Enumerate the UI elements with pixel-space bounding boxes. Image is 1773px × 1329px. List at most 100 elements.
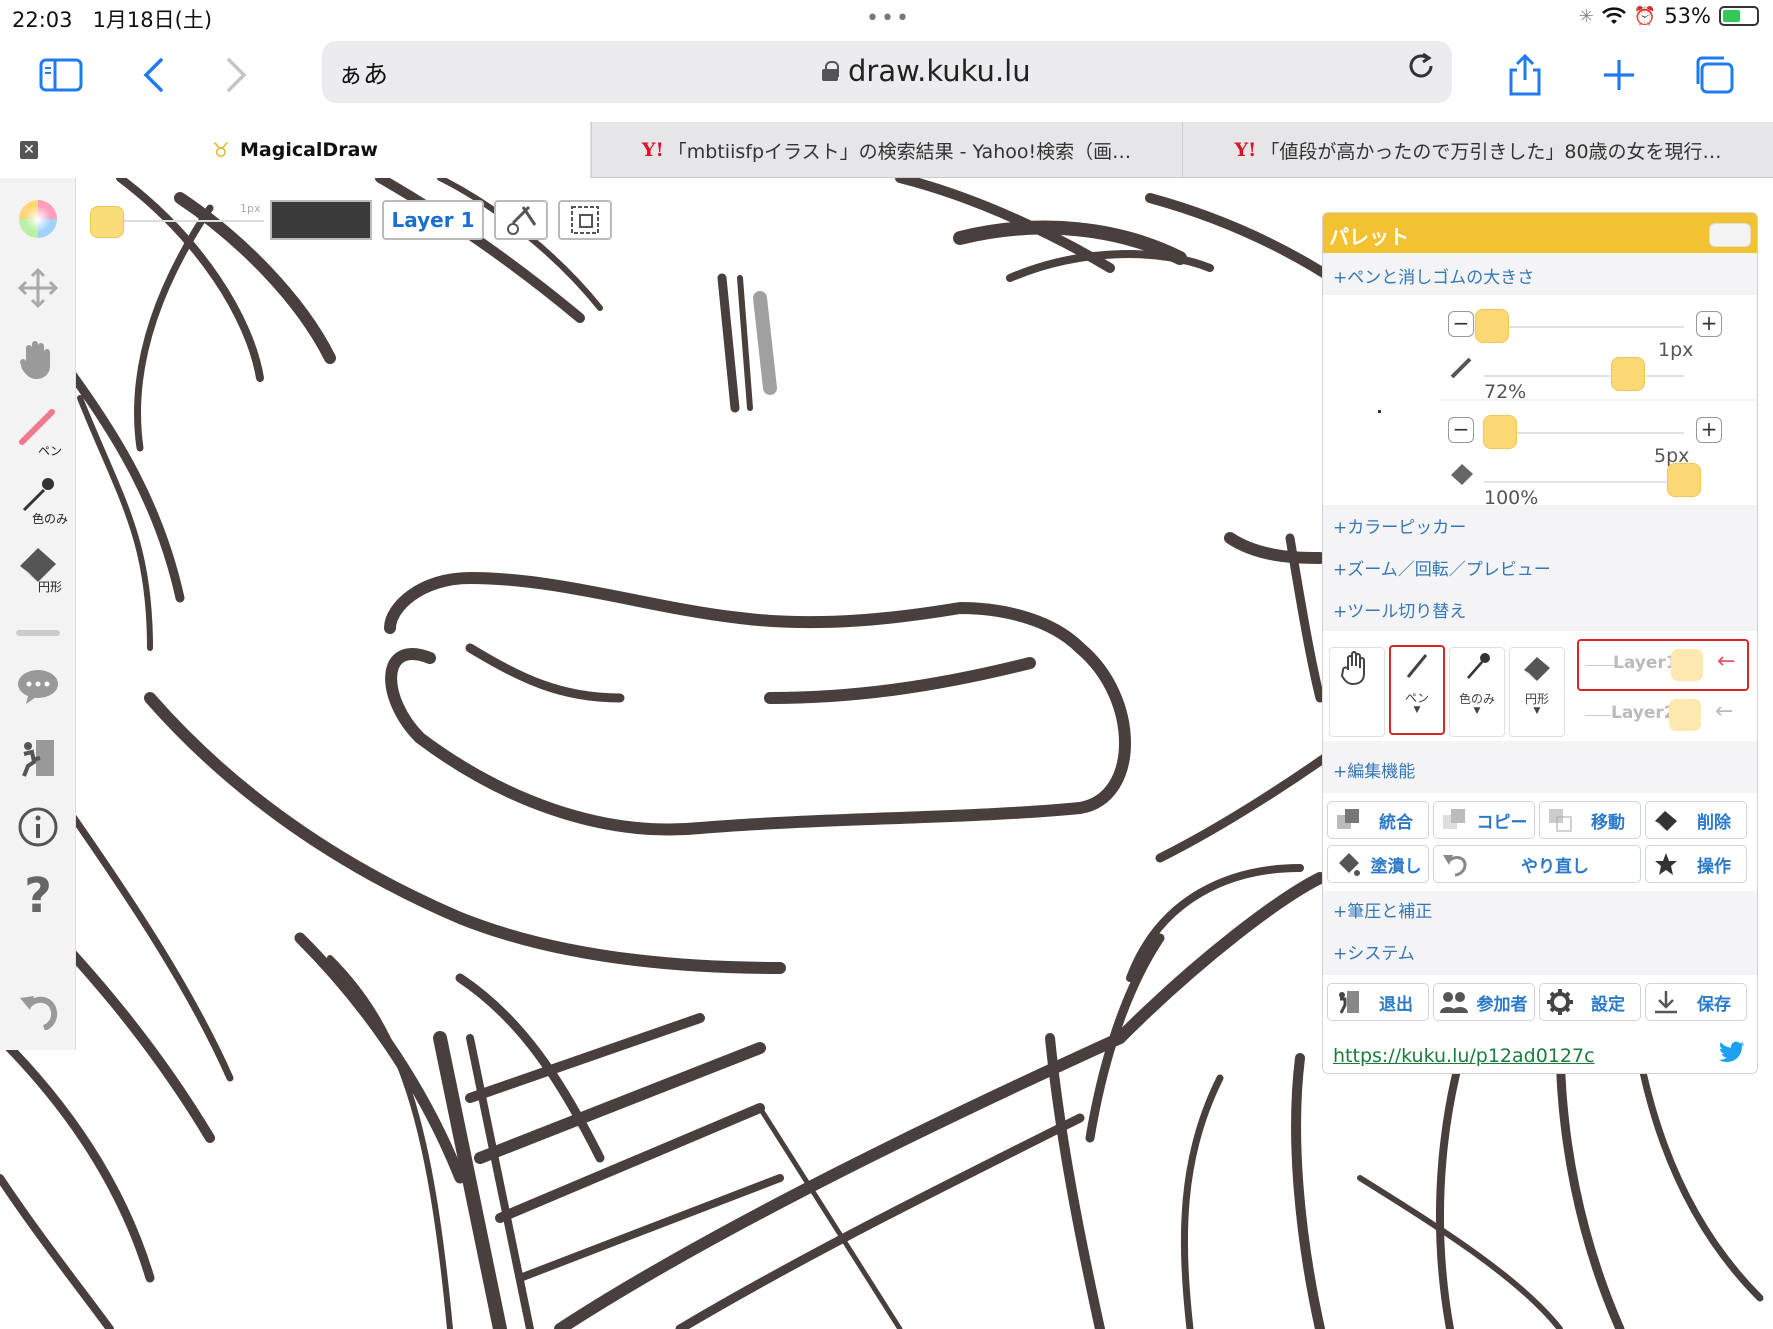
pen-icon [19,409,55,445]
tool-hand[interactable] [1329,647,1385,737]
color-preview[interactable] [270,200,372,240]
section-tool-switch[interactable]: +ツール切り替え [1323,597,1466,622]
reload-icon[interactable] [1406,51,1436,89]
move-arrows-icon [17,267,59,309]
pen-size-track[interactable] [1484,326,1684,328]
move-tool-button[interactable] [0,266,76,310]
pen-size-slider[interactable] [1475,309,1509,343]
undo-button[interactable] [0,990,76,1030]
yahoo-favicon-icon: Y! [1234,139,1257,161]
eraser-tool-button[interactable]: 円形 [0,542,76,595]
pen-size-minus-button[interactable]: − [1448,311,1474,337]
hand-tool-button[interactable] [0,336,76,382]
merge-label: 統合 [1379,812,1413,833]
tabs-overview-icon[interactable] [1688,52,1738,98]
multitasking-dots-icon[interactable]: ••• [866,6,911,31]
pen-size-plus-button[interactable]: + [1696,311,1722,337]
brush-color-swatch[interactable] [90,206,124,238]
participants-button[interactable]: 参加者 [1433,983,1535,1021]
selection-transform-button[interactable] [558,200,612,240]
pen-opacity-track[interactable] [1484,375,1684,377]
exit-room-label: 退出 [1379,994,1413,1015]
eyedropper-icon [22,478,54,512]
tool-pen[interactable]: ペン ▼ [1389,645,1445,735]
tool-eraser-dropdown-icon[interactable]: ▼ [1534,706,1541,716]
delete-button[interactable]: 削除 [1645,801,1747,839]
section-color-picker[interactable]: +カラーピッカー [1323,513,1466,538]
color-wheel-button[interactable] [0,198,76,240]
twitter-icon[interactable] [1719,1041,1745,1067]
tab-yahoo-news[interactable]: Y! 「値段が高かったので万引きした」80歳の女を現行… [1182,122,1773,178]
section-edit-functions[interactable]: +編集機能 [1323,757,1415,782]
sidebar-icon[interactable] [36,52,86,98]
layer-1-name: Layer1 [1613,653,1678,673]
url-display[interactable]: draw.kuku.lu [822,54,1031,88]
reader-options-button[interactable]: ぁあ [338,55,388,91]
share-icon[interactable] [1500,52,1550,98]
exit-button[interactable] [0,736,76,780]
status-time: 22:03 [12,8,73,32]
eyedropper-tool-button[interactable]: 色のみ [0,474,76,527]
pen-opacity-value: 72% [1484,381,1527,403]
back-icon[interactable] [128,52,178,98]
pen-tool-button[interactable]: ペン [0,406,76,459]
section-system[interactable]: +システム [1323,939,1415,964]
fill-button[interactable]: 塗潰し [1327,845,1429,883]
chat-button[interactable] [0,666,76,706]
tab-title: MagicalDraw [239,139,378,161]
participants-label: 参加者 [1476,994,1528,1015]
info-icon [18,807,58,847]
layer-2-arrow-icon[interactable]: ← [1715,699,1733,724]
save-button[interactable]: 保存 [1645,983,1747,1021]
brush-settings-button[interactable] [494,200,548,240]
eraser-size-minus-button[interactable]: − [1448,417,1474,443]
tool-eyedropper-dropdown-icon[interactable]: ▼ [1474,706,1481,716]
section-pressure-correction[interactable]: +筆圧と補正 [1323,897,1432,922]
lock-icon [822,61,839,81]
tool-pen-dropdown-icon[interactable]: ▼ [1414,705,1421,715]
tool-eraser[interactable]: 円形 ▼ [1509,647,1565,737]
eyedropper-icon [1467,653,1490,679]
status-bar: 22:03 1月18日(土) ••• ✳ ⏰ 53% [0,0,1773,36]
layer-row-1[interactable]: Layer1 ← [1577,639,1749,691]
pen-opacity-slider[interactable] [1611,357,1645,391]
tool-eyedropper[interactable]: 色のみ ▼ [1449,647,1505,737]
section-pen-eraser-size[interactable]: +ペンと消しゴムの大きさ [1323,263,1534,288]
star-icon [1650,848,1682,880]
close-tab-icon[interactable]: ✕ [20,141,38,159]
layer-1-visibility[interactable] [1671,649,1703,681]
merge-button[interactable]: 統合 [1327,801,1429,839]
redo-button[interactable]: やり直し [1433,845,1641,883]
layer-1-arrow-icon[interactable]: ← [1717,649,1735,674]
palette-header[interactable]: パレット [1323,213,1757,253]
layer-select-button[interactable]: Layer 1 [382,200,484,240]
eraser-opacity-slider[interactable] [1667,463,1701,497]
settings-button[interactable]: 設定 [1539,983,1641,1021]
operation-button[interactable]: 操作 [1645,845,1747,883]
wifi-icon [1601,7,1626,24]
tab-yahoo-search[interactable]: Y! 「mbtiisfpイラスト」の検索結果 - Yahoo!検索（画… [591,122,1181,178]
status-time-date: 22:03 1月18日(土) [12,4,212,34]
new-tab-icon[interactable] [1594,52,1644,98]
pen-size-controls: − + 1px 72% [1440,295,1756,403]
delete-eraser-icon [1650,804,1682,836]
exit-room-button[interactable]: 退出 [1327,983,1429,1021]
info-button[interactable] [0,806,76,848]
section-zoom-rotate-preview[interactable]: +ズーム／回転／プレビュー [1323,555,1551,580]
copy-button[interactable]: コピー [1433,801,1535,839]
eraser-size-slider[interactable] [1483,415,1517,449]
eraser-size-plus-button[interactable]: + [1696,417,1722,443]
move-button[interactable]: 移動 [1539,801,1641,839]
forward-icon[interactable] [212,52,262,98]
share-url-link[interactable]: https://kuku.lu/p12ad0127c [1333,1045,1595,1067]
brush-gear-icon [507,205,537,235]
address-bar[interactable]: ぁあ draw.kuku.lu [322,41,1452,103]
layer-row-2[interactable]: Layer2 ← [1577,693,1749,739]
tab-magicaldraw[interactable]: ✕ ♉ MagicalDraw [0,122,590,178]
copy-label: コピー [1476,812,1528,833]
layer-2-visibility[interactable] [1669,699,1701,731]
help-button[interactable]: ? [0,868,76,924]
eraser-opacity-track[interactable] [1484,481,1684,483]
eraser-icon [1524,657,1550,681]
palette-minimize-toggle[interactable] [1709,223,1751,247]
